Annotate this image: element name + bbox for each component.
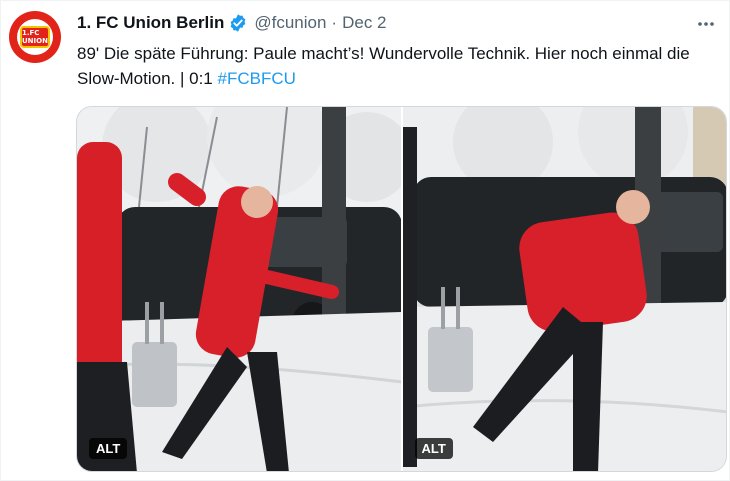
user-handle[interactable]: @fcunion — [254, 13, 326, 33]
crest-text: 1.FC UNION — [20, 26, 50, 48]
alt-badge[interactable]: ALT — [414, 438, 453, 459]
avatar[interactable]: 1.FC UNION — [9, 11, 61, 63]
display-name[interactable]: 1. FC Union Berlin — [77, 13, 224, 33]
tweet-card[interactable]: 1.FC UNION 1. FC Union Berlin @fcunion ·… — [0, 0, 730, 481]
club-crest-icon: 1.FC UNION — [17, 19, 53, 55]
tweet-header: 1. FC Union Berlin @fcunion · Dec 2 — [77, 13, 387, 33]
tweet-body: 89' Die späte Führung: Paule macht’s! Wu… — [77, 44, 690, 88]
tweet-text: 89' Die späte Führung: Paule macht’s! Wu… — [77, 41, 697, 91]
media-grid: ALT ALT — [76, 106, 727, 472]
photo-2-image — [402, 107, 726, 471]
photo-1-image — [77, 107, 401, 471]
hashtag-link[interactable]: #FCBFCU — [218, 69, 296, 88]
more-horizontal-icon[interactable] — [691, 9, 721, 39]
photo-2[interactable]: ALT — [402, 107, 726, 471]
verified-badge-icon — [228, 13, 248, 33]
photo-1[interactable]: ALT — [77, 107, 401, 471]
tweet-date[interactable]: Dec 2 — [342, 13, 386, 33]
alt-badge[interactable]: ALT — [89, 438, 128, 459]
separator-dot: · — [331, 13, 338, 32]
